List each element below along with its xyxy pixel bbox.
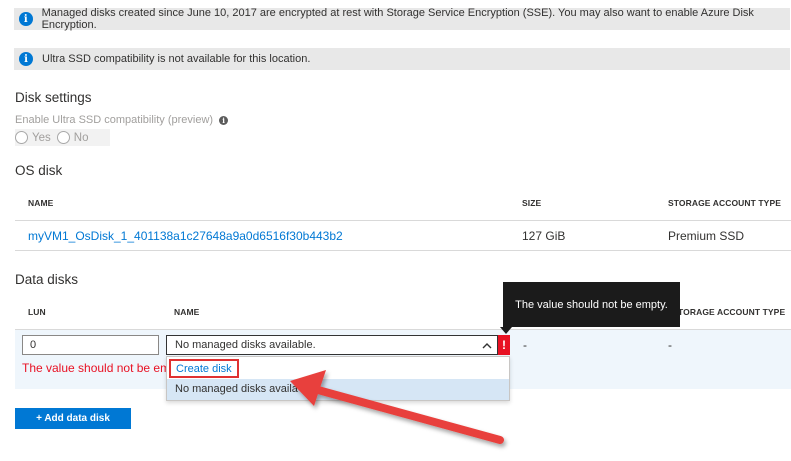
annotation-arrow-icon — [290, 370, 504, 444]
